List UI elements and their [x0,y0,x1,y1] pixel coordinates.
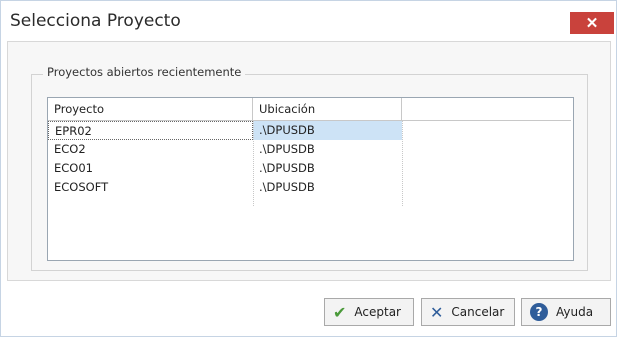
close-button[interactable]: ✕ [570,12,614,34]
help-icon: ? [530,303,548,321]
close-icon: ✕ [585,15,599,32]
table-row[interactable]: ECO01 .\DPUSDB [48,159,402,178]
table-row[interactable]: ECO2 .\DPUSDB [48,140,402,159]
group-legend: Proyectos abiertos recientemente [43,65,246,79]
project-dialog: Selecciona Proyecto ✕ Proyectos abiertos… [0,0,617,337]
cell-ubicacion: .\DPUSDB [253,121,402,140]
x-icon: ✕ [430,302,444,322]
projects-grid[interactable]: Proyecto Ubicación EPR02 .\DPUSDB ECO2 .… [47,97,574,261]
cell-proyecto: EPR02 [48,121,253,140]
cell-ubicacion: .\DPUSDB [259,142,315,156]
column-header-proyecto[interactable]: Proyecto [48,98,253,120]
help-label: Ayuda [556,305,594,319]
cell-proyecto: ECO01 [54,161,93,175]
cell-ubicacion: .\DPUSDB [259,161,315,175]
help-button[interactable]: ? Ayuda [521,298,611,326]
accept-button[interactable]: ✔ Aceptar [324,298,414,326]
check-icon: ✔ [333,302,347,322]
column-header-empty[interactable] [402,98,571,120]
cell-ubicacion: .\DPUSDB [259,180,315,194]
grid-header: Proyecto Ubicación [48,98,571,121]
title-bar: Selecciona Proyecto ✕ [1,1,616,41]
cell-proyecto: ECOSOFT [54,180,109,194]
column-divider [402,120,403,206]
cancel-label: Cancelar [451,305,505,319]
column-header-ubicacion[interactable]: Ubicación [253,98,402,120]
table-row[interactable]: ECOSOFT .\DPUSDB [48,178,402,197]
cancel-button[interactable]: ✕ Cancelar [421,298,515,326]
table-row[interactable]: EPR02 .\DPUSDB [48,121,402,140]
dialog-title: Selecciona Proyecto [10,11,181,31]
accept-label: Aceptar [354,305,401,319]
column-divider [253,120,254,206]
cell-proyecto: ECO2 [54,142,86,156]
